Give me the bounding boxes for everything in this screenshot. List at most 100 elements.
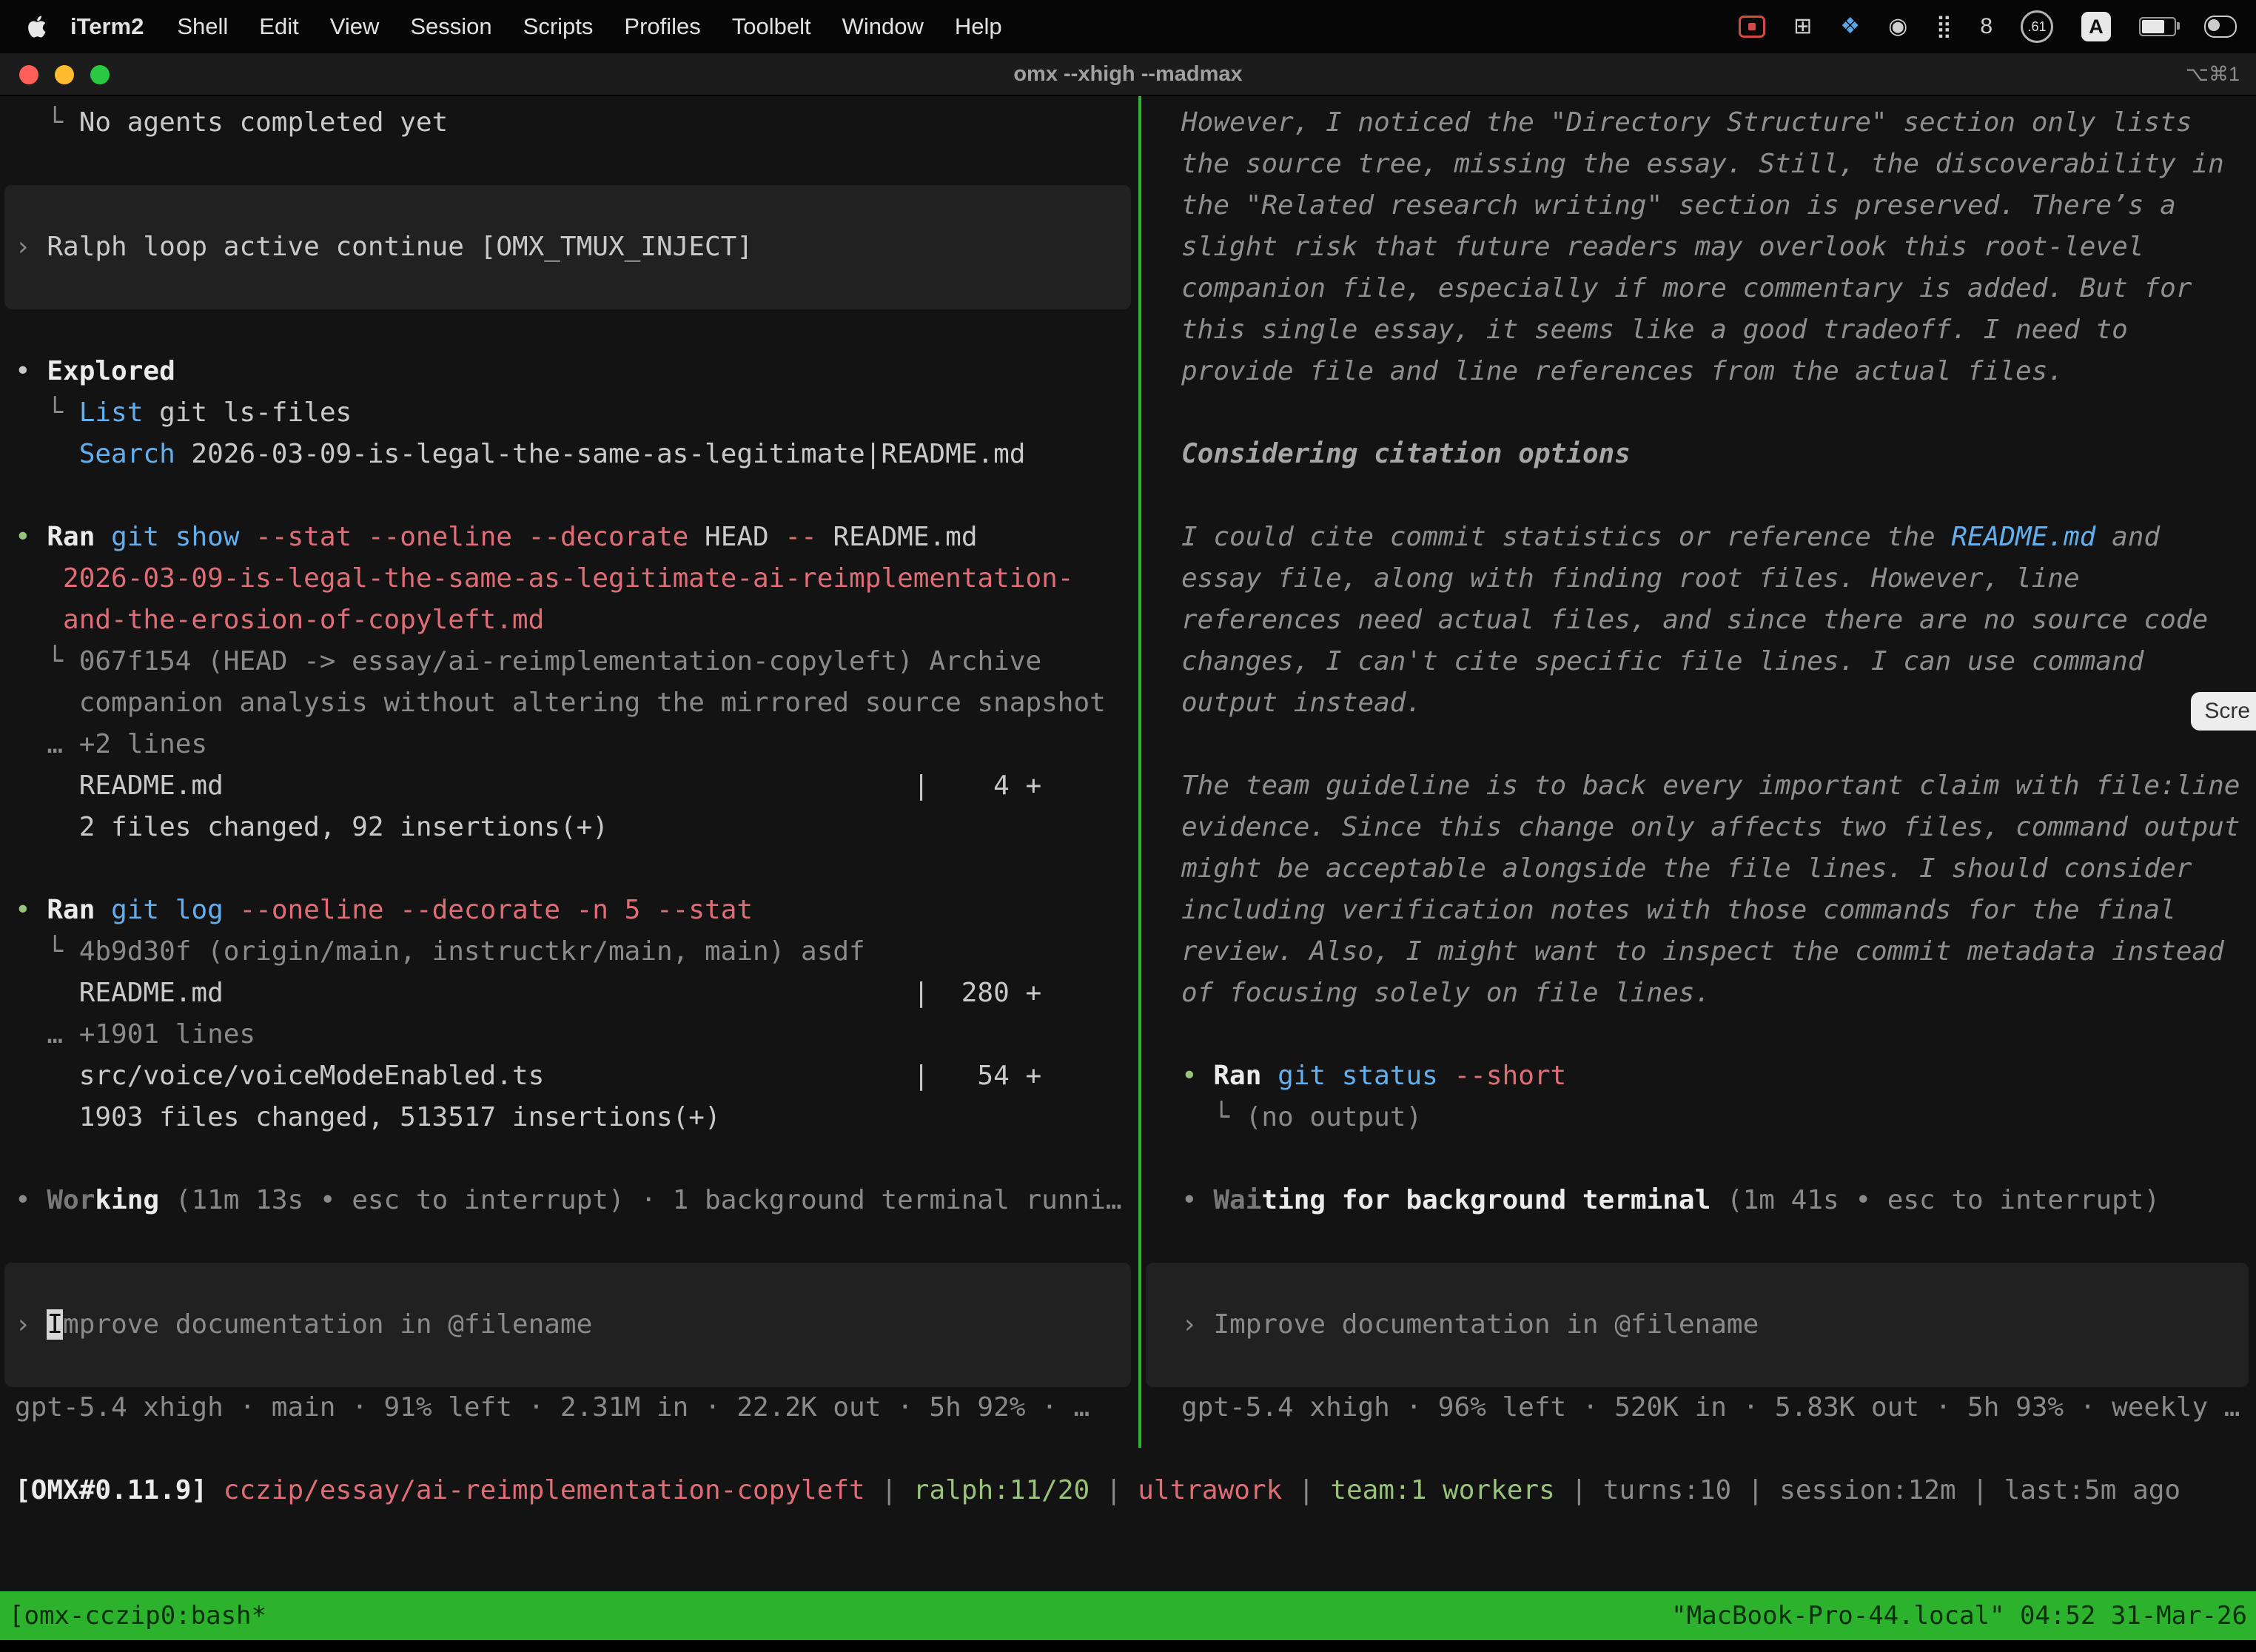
stat-8-icon[interactable]: 8 [1980,16,1993,38]
window-shortcut-badge: ⌥⌘1 [2186,53,2240,95]
text-segment: 1903 files changed, 513517 insertions(+) [15,1102,721,1132]
text-segment: Ran [47,522,95,552]
model-status-line: gpt-5.4 xhigh · 96% left · 520K in · 5.8… [1141,1387,2256,1428]
text-segment: changes, I can't cite specific file line… [1181,646,2143,676]
text-segment: cczip/essay/ai-reimplementation-copyleft [224,1475,865,1505]
terminal-line: evidence. Since this change only affects… [1141,807,2256,848]
text-segment: companion analysis without altering the … [15,688,1106,718]
text-segment: [OMX#0.11.9] [15,1475,207,1505]
text-segment: ultrawork [1138,1475,1282,1505]
text-segment: review. Also, I might want to inspect th… [1181,936,2224,967]
text-segment: the source tree, missing the essay. Stil… [1181,149,2224,179]
text-segment: git show [111,522,239,552]
text-segment: Ralph loop active continue [OMX_TMUX_INJ… [47,232,753,262]
text-segment [95,522,111,552]
text-segment: --short [1454,1061,1567,1091]
text-segment: output instead. [1181,688,1422,718]
screen-edge-tab[interactable]: Scre [2191,692,2256,731]
text-segment: README.md [1951,522,2095,552]
prompt-input-line: › Improve documentation in @filename [1146,1304,1759,1346]
text-segment: mprove documentation in @filename [63,1309,592,1340]
text-segment: List [79,397,144,428]
text-segment [15,563,63,594]
terminal-line: • Ran git log --oneline --decorate -n 5 … [0,890,1138,931]
terminal-line: 1903 files changed, 513517 insertions(+) [0,1097,1138,1138]
text-segment: and [2095,522,2160,552]
control-center-icon[interactable] [2204,16,2237,38]
tmux-session-label: [omx-cczip0:bash* [9,1601,266,1631]
text-segment: Ran [1213,1061,1261,1091]
text-segment: No agents completed yet [79,107,449,138]
battery-fill [2142,20,2164,33]
text-segment [1711,1185,1727,1215]
text-segment: gpt-5.4 xhigh · 96% left · 520K in · 5.8… [1181,1392,2240,1423]
terminal-line: this single essay, it seems like a good … [1141,309,2256,351]
terminal-line: provide file and line references from th… [1141,351,2256,392]
terminal-line: I could cite commit statistics or refere… [1141,517,2256,558]
menu-item-profiles[interactable]: Profiles [624,13,700,39]
text-segment: Improve documentation in @filename [1213,1309,1759,1340]
text-segment: • [15,356,47,386]
right-terminal-pane[interactable]: However, I noticed the "Directory Struct… [1141,96,2256,1448]
notice-line: › Ralph loop active continue [OMX_TMUX_I… [4,226,753,268]
menu-item-iterm2[interactable]: iTerm2 [70,13,144,40]
blank-line [1141,392,2256,434]
text-segment: 2026-03-09-is-legal-the-same-as-legitima… [175,439,1026,469]
text-segment [159,1185,175,1215]
menu-item-help[interactable]: Help [955,13,1002,39]
terminal-line: including verification notes with those … [1141,890,2256,931]
apple-logo [27,15,47,38]
text-segment: › [15,1309,47,1340]
blank-line [1141,724,2256,765]
menu-status-icons: ⊞ ❖ ◉ ⣿ 8 .61 A [1739,10,2237,43]
text-segment: and-the-erosion-of-copyleft.md [63,605,544,635]
screen-recording-icon[interactable] [1739,16,1765,38]
prompt-input[interactable]: › Improve documentation in @filename [1146,1263,2249,1387]
notice-box: › Ralph loop active continue [OMX_TMUX_I… [4,185,1131,309]
app-icon-round[interactable]: ◉ [1888,16,1907,38]
text-segment: • [15,895,47,925]
terminal-line: └ (no output) [1141,1097,2256,1138]
text-segment: README.md | 4 + [15,770,1041,801]
text-segment: HEAD [688,522,785,552]
apple-menu[interactable] [27,15,47,38]
menu-item-window[interactable]: Window [842,13,924,39]
menu-item-shell[interactable]: Shell [177,13,228,39]
dots-grid-icon[interactable]: ⣿ [1936,16,1952,38]
text-segment: README.md [817,522,978,552]
terminal-line: 2 files changed, 92 insertions(+) [0,807,1138,848]
blank-line [1141,1138,2256,1180]
battery-icon[interactable] [2139,17,2176,36]
menu-item-view[interactable]: View [330,13,380,39]
text-segment [95,895,111,925]
text-segment: team:1 workers [1330,1475,1554,1505]
prompt-input[interactable]: › Improve documentation in @filename [4,1263,1131,1387]
text-segment: --oneline --decorate -n 5 --stat [239,895,753,925]
blank-line [0,1138,1138,1180]
omx-status-line: [OMX#0.11.9] cczip/essay/ai-reimplementa… [0,1470,2256,1511]
battery-cycle-badge[interactable]: .61 [2021,10,2053,43]
text-segment: git log [111,895,224,925]
terminal-panes: └ No agents completed yet› Ralph loop ac… [0,96,2256,1448]
text-segment: gpt-5.4 xhigh · main · 91% left · 2.31M … [15,1392,1090,1423]
menu-item-scripts[interactable]: Scripts [523,13,594,39]
text-segment: 4b9d30f (origin/main, instructkr/main, m… [79,936,865,967]
grid-icon[interactable]: ⊞ [1793,16,1812,38]
terminal-line: • Explored [0,351,1138,392]
terminal-line: • Waiting for background terminal (1m 41… [1141,1180,2256,1221]
model-status-line: gpt-5.4 xhigh · main · 91% left · 2.31M … [0,1387,1138,1428]
text-segment: might be acceptable alongside the file l… [1181,853,2192,884]
left-terminal-pane[interactable]: └ No agents completed yet› Ralph loop ac… [0,96,1138,1448]
app-icon-blue[interactable]: ❖ [1840,16,1860,38]
tmux-host-clock: "MacBook-Pro-44.local" 04:52 31-Mar-26 [1671,1601,2247,1631]
menu-item-edit[interactable]: Edit [259,13,298,39]
text-segment [15,439,79,469]
terminal-line: essay file, along with finding root file… [1141,558,2256,600]
text-segment: … +1901 lines [15,1019,255,1050]
text-segment: references need actual files, and since … [1181,605,2208,635]
blank-line [1141,1014,2256,1055]
menu-item-session[interactable]: Session [410,13,491,39]
input-source-icon[interactable]: A [2081,12,2111,41]
text-segment: | [865,1475,913,1505]
menu-item-toolbelt[interactable]: Toolbelt [732,13,811,39]
